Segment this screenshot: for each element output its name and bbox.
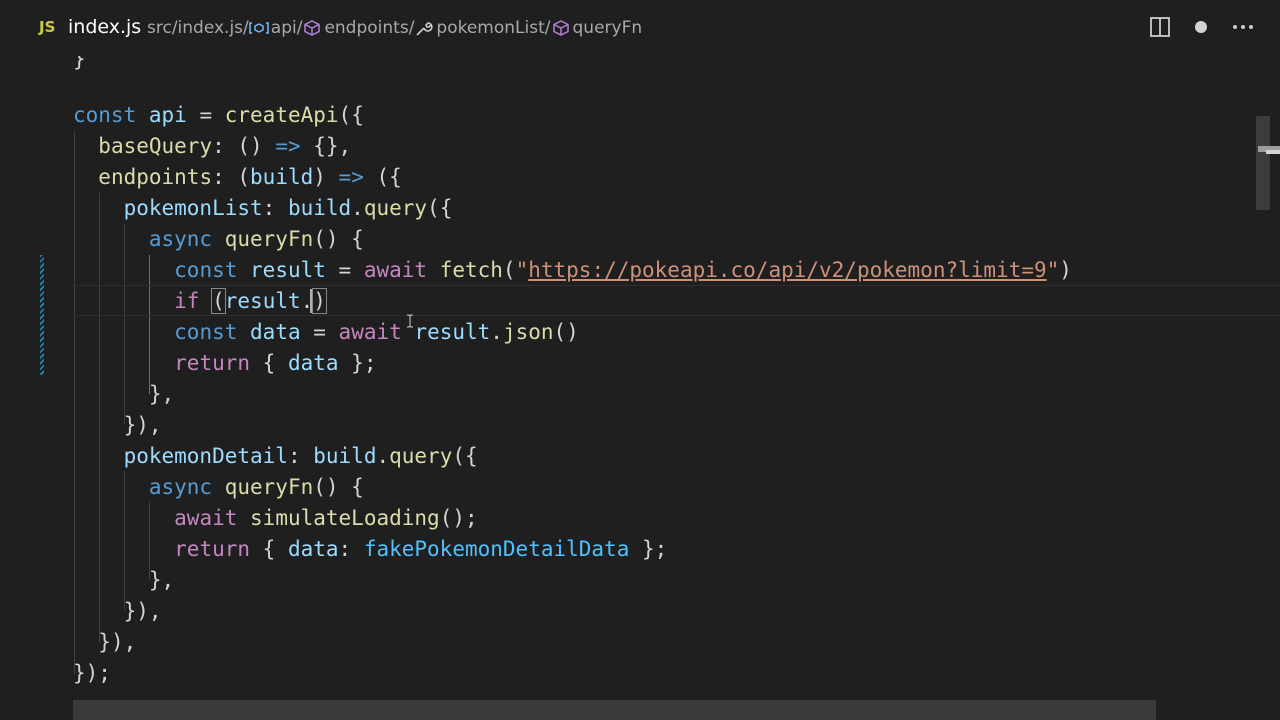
breadcrumb-item-label: api/ [270, 18, 303, 38]
code-line: }, [148, 382, 175, 406]
mouse-ibeam-icon [407, 314, 413, 328]
split-editor-icon [1150, 17, 1170, 37]
code-editor[interactable]: } const api = createApi({ baseQuery: () … [0, 56, 1280, 720]
code-line-current: if (result.) [174, 288, 327, 314]
breadcrumb-item-label: endpoints/ [324, 18, 415, 38]
breadcrumb-item-queryfn[interactable]: queryFn [551, 18, 643, 38]
wrench-property-icon [416, 22, 434, 36]
code-line: async queryFn() { [148, 227, 364, 251]
code-line: const data = await result.json() [174, 320, 579, 344]
breadcrumb-item-api[interactable]: api/ [249, 18, 303, 38]
more-actions-button[interactable] [1231, 16, 1255, 40]
url-link[interactable]: https://pokeapi.co/api/v2/pokemon?limit=… [528, 258, 1046, 282]
module-cube-icon [304, 20, 321, 36]
breadcrumb-item-label: pokemonList/ [436, 18, 551, 38]
breadcrumb: src/index.js/ api/ endpoints/ pokemonLis… [147, 18, 642, 38]
breadcrumb-path[interactable]: src/index.js/ [147, 18, 249, 38]
code-line: }, [148, 568, 175, 592]
code-line: }); [73, 661, 111, 685]
horizontal-scrollbar[interactable] [73, 700, 1156, 720]
code-line: pokemonList: build.query({ [123, 196, 453, 220]
code-line: }), [123, 599, 162, 623]
breadcrumb-item-label: queryFn [572, 18, 643, 38]
code-line: await simulateLoading(); [174, 506, 478, 530]
vertical-scrollbar[interactable] [1256, 116, 1270, 210]
method-cube-icon [552, 20, 569, 36]
code-line: endpoints: (build) => ({ [98, 165, 402, 189]
code-line: pokemonDetail: build.query({ [123, 444, 478, 468]
unsaved-changes-indicator[interactable] [1190, 16, 1212, 40]
editor-tab-bar: JS index.js src/index.js/ api/ endpoints… [0, 0, 1280, 56]
scrollbar-cursor-marker [1266, 150, 1280, 154]
code-line: }), [123, 413, 162, 437]
code-line: baseQuery: () => {}, [98, 134, 352, 158]
more-actions-icon [1233, 25, 1253, 29]
javascript-file-icon: JS [39, 18, 56, 36]
code-line: const result = await fetch("https://poke… [174, 258, 1072, 282]
tab-filename[interactable]: index.js [68, 16, 141, 38]
modified-lines-indicator [40, 255, 44, 375]
code-line: async queryFn() { [148, 475, 364, 499]
code-line: }), [98, 630, 137, 654]
code-line: const api = createApi({ [73, 103, 364, 127]
code-line: return { data }; [174, 351, 377, 375]
breadcrumb-item-pokemonlist[interactable]: pokemonList/ [414, 18, 551, 38]
unsaved-dot-icon [1195, 21, 1207, 33]
text-cursor [310, 289, 312, 313]
split-editor-button[interactable] [1149, 16, 1171, 40]
code-line: return { data: fakePokemonDetailData }; [174, 537, 668, 561]
code-line: } [73, 56, 86, 71]
variable-icon [249, 22, 269, 34]
breadcrumb-item-endpoints[interactable]: endpoints/ [302, 18, 414, 38]
